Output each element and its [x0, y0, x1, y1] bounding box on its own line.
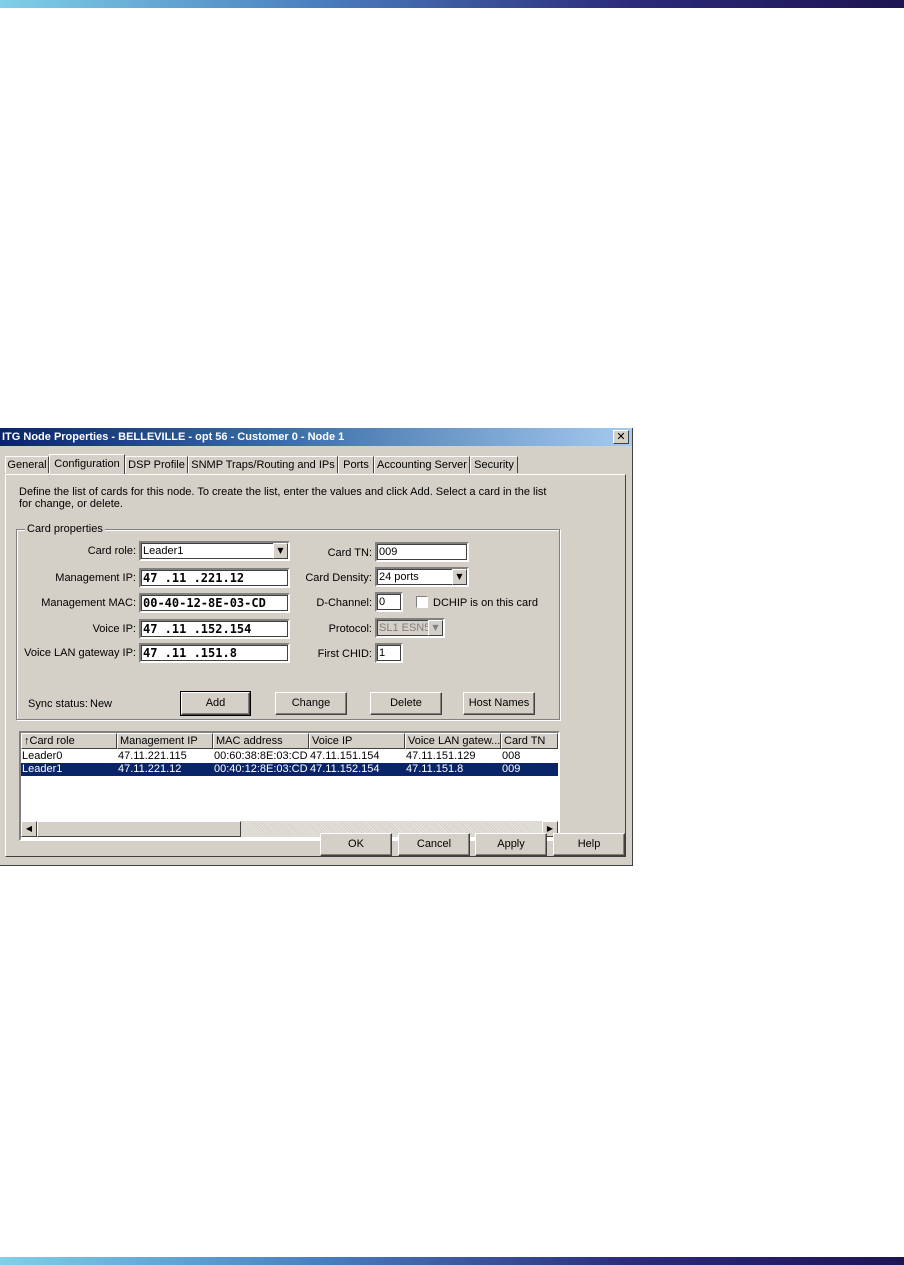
sync-status-label: Sync status: [28, 698, 88, 710]
table-row-selected[interactable]: Leader1 47.11.221.12 00:40:12:8E:03:CD 4… [21, 763, 558, 776]
voice-ip-label: Voice IP: [92, 623, 136, 635]
column-card-tn[interactable]: Card TN [501, 733, 558, 749]
close-button[interactable]: ✕ [613, 430, 629, 444]
window-title: ITG Node Properties - BELLEVILLE - opt 5… [2, 431, 345, 443]
column-card-role[interactable]: ↑Card role [21, 733, 117, 749]
delete-button[interactable]: Delete [370, 692, 442, 715]
tab-security[interactable]: Security [470, 456, 518, 473]
card-role-dropdown[interactable]: Leader1 ▼ [139, 541, 290, 561]
card-density-value: 24 ports [379, 571, 419, 583]
column-voice-ip[interactable]: Voice IP [309, 733, 405, 749]
dchip-checkbox[interactable] [416, 596, 428, 608]
apply-button[interactable]: Apply [475, 833, 547, 856]
protocol-value: SL1 ESN5 [379, 622, 431, 634]
first-chid-field[interactable]: 1 [375, 643, 403, 663]
page-header-band [0, 0, 904, 8]
add-button[interactable]: Add [180, 691, 251, 716]
card-list[interactable]: ↑Card role Management IP MAC address Voi… [19, 731, 560, 841]
itg-node-properties-dialog: ITG Node Properties - BELLEVILLE - opt 5… [0, 428, 633, 866]
cell-voice-ip: 47.11.152.154 [310, 763, 380, 775]
dchip-label: DCHIP is on this card [433, 597, 538, 609]
title-bar[interactable]: ITG Node Properties - BELLEVILLE - opt 5… [0, 428, 632, 446]
management-mac-label: Management MAC: [41, 597, 136, 609]
d-channel-label: D-Channel: [316, 597, 372, 609]
card-tn-label: Card TN: [327, 547, 372, 559]
column-mac-address[interactable]: MAC address [213, 733, 309, 749]
card-tn-field[interactable]: 009 [375, 542, 469, 562]
tab-ports[interactable]: Ports [338, 456, 374, 473]
voice-gateway-field[interactable]: 47 .11 .151.8 [139, 643, 290, 663]
cancel-button[interactable]: Cancel [398, 833, 470, 856]
voice-gateway-label: Voice LAN gateway IP: [24, 647, 136, 659]
cell-card-tn: 009 [502, 763, 521, 775]
card-role-value: Leader1 [143, 545, 184, 557]
table-row[interactable]: Leader0 47.11.221.115 00:60:38:8E:03:CD … [21, 750, 558, 763]
cell-voice-gateway: 47.11.151.129 [406, 750, 476, 762]
tab-snmp-traps[interactable]: SNMP Traps/Routing and IPs [188, 456, 338, 473]
scrollbar-thumb[interactable] [37, 821, 241, 837]
cell-card-tn: 008 [502, 750, 521, 762]
management-ip-field[interactable]: 47 .11 .221.12 [139, 568, 290, 588]
help-button[interactable]: Help [553, 833, 625, 856]
close-icon: ✕ [616, 430, 626, 443]
tab-accounting-server[interactable]: Accounting Server [374, 456, 470, 473]
host-names-button[interactable]: Host Names [463, 692, 535, 715]
dropdown-arrow-icon[interactable]: ▼ [428, 620, 443, 636]
card-density-dropdown[interactable]: 24 ports ▼ [375, 567, 469, 587]
voice-ip-field[interactable]: 47 .11 .152.154 [139, 619, 290, 639]
cell-mac-address: 00:60:38:8E:03:CD [214, 750, 308, 762]
column-voice-gateway[interactable]: Voice LAN gatew... [405, 733, 501, 749]
sync-status-value: New [90, 698, 113, 710]
page-footer-band [0, 1257, 904, 1265]
ok-button[interactable]: OK [320, 833, 392, 856]
management-mac-field[interactable]: 00-40-12-8E-03-CD [139, 593, 290, 613]
column-card-role-label: Card role [29, 735, 75, 747]
tab-general[interactable]: General [5, 456, 49, 473]
tab-configuration[interactable]: Configuration [49, 454, 125, 474]
cell-mac-address: 00:40:12:8E:03:CD [214, 763, 308, 775]
card-density-label: Card Density: [305, 572, 372, 584]
scroll-left-icon[interactable]: ◀ [21, 821, 37, 837]
tab-dsp-profile[interactable]: DSP Profile [125, 456, 188, 473]
change-button[interactable]: Change [275, 692, 347, 715]
protocol-dropdown[interactable]: SL1 ESN5 ▼ [375, 618, 445, 638]
cell-card-role: Leader1 [22, 763, 63, 775]
cell-management-ip: 47.11.221.115 [118, 750, 187, 762]
first-chid-label: First CHID: [317, 648, 372, 660]
card-role-label: Card role: [87, 545, 136, 557]
protocol-label: Protocol: [328, 623, 372, 635]
management-ip-label: Management IP: [55, 572, 136, 584]
instructions-text: Define the list of cards for this node. … [19, 486, 547, 510]
card-list-header: ↑Card role Management IP MAC address Voi… [21, 733, 558, 749]
cell-voice-gateway: 47.11.151.8 [406, 763, 464, 775]
card-properties-legend: Card properties [25, 523, 105, 535]
cell-card-role: Leader0 [22, 750, 63, 762]
cell-voice-ip: 47.11.151.154 [310, 750, 380, 762]
column-management-ip[interactable]: Management IP [117, 733, 213, 749]
dropdown-arrow-icon[interactable]: ▼ [273, 543, 288, 559]
cell-management-ip: 47.11.221.12 [118, 763, 182, 775]
d-channel-field[interactable]: 0 [375, 592, 403, 612]
dropdown-arrow-icon[interactable]: ▼ [452, 569, 467, 585]
